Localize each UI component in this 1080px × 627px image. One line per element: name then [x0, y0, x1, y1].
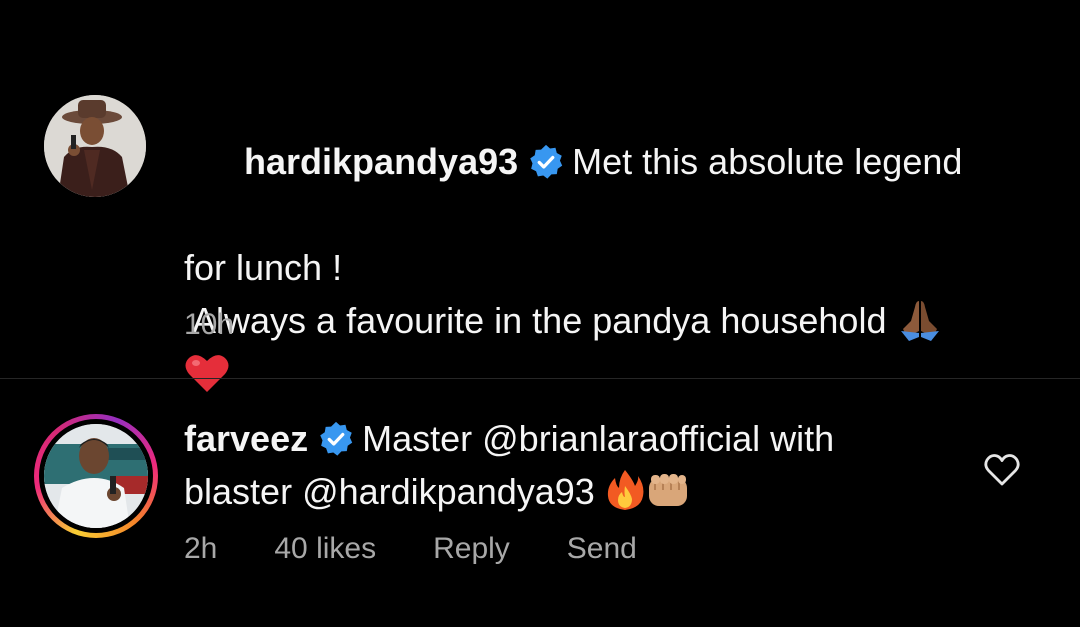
- caption-post: hardikpandya93 Met this absolute legend f…: [0, 0, 1080, 392]
- fist-icon: [648, 474, 687, 506]
- comment-text-prefix: Master: [362, 418, 483, 459]
- likes-count[interactable]: 40 likes: [274, 532, 376, 566]
- mention-brianlaraofficial[interactable]: @brianlaraofficial: [482, 418, 760, 459]
- heart-outline-icon: [984, 454, 1020, 486]
- comment-meta: 2h 40 likes Reply Send: [184, 532, 694, 566]
- caption-text-line2: for lunch !: [184, 247, 343, 288]
- caption-timestamp: 10h: [184, 308, 235, 341]
- caption-meta: 10h: [184, 308, 291, 342]
- send-button[interactable]: Send: [567, 532, 637, 566]
- like-button[interactable]: [982, 450, 1022, 490]
- comment-text: farveez Master @brianlaraofficial with bl…: [184, 412, 924, 518]
- fire-icon: [607, 470, 644, 510]
- verified-badge-icon: [320, 421, 353, 456]
- comment-avatar[interactable]: [44, 424, 148, 528]
- reply-button[interactable]: Reply: [433, 532, 510, 566]
- comment-username[interactable]: farveez: [184, 418, 308, 459]
- pray-icon: [900, 301, 939, 341]
- caption-text: hardikpandya93 Met this absolute legend f…: [184, 82, 984, 400]
- avatar[interactable]: [44, 95, 146, 197]
- mention-hardikpandya93[interactable]: @hardikpandya93: [302, 471, 595, 512]
- verified-badge-icon: [530, 144, 563, 179]
- comment-text-line2-prefix: blaster: [184, 471, 303, 512]
- caption-text-line1: Met this absolute legend: [572, 141, 963, 182]
- comment-timestamp: 2h: [184, 532, 218, 565]
- caption-username[interactable]: hardikpandya93: [244, 141, 518, 182]
- comment-text-mid: with: [760, 418, 835, 459]
